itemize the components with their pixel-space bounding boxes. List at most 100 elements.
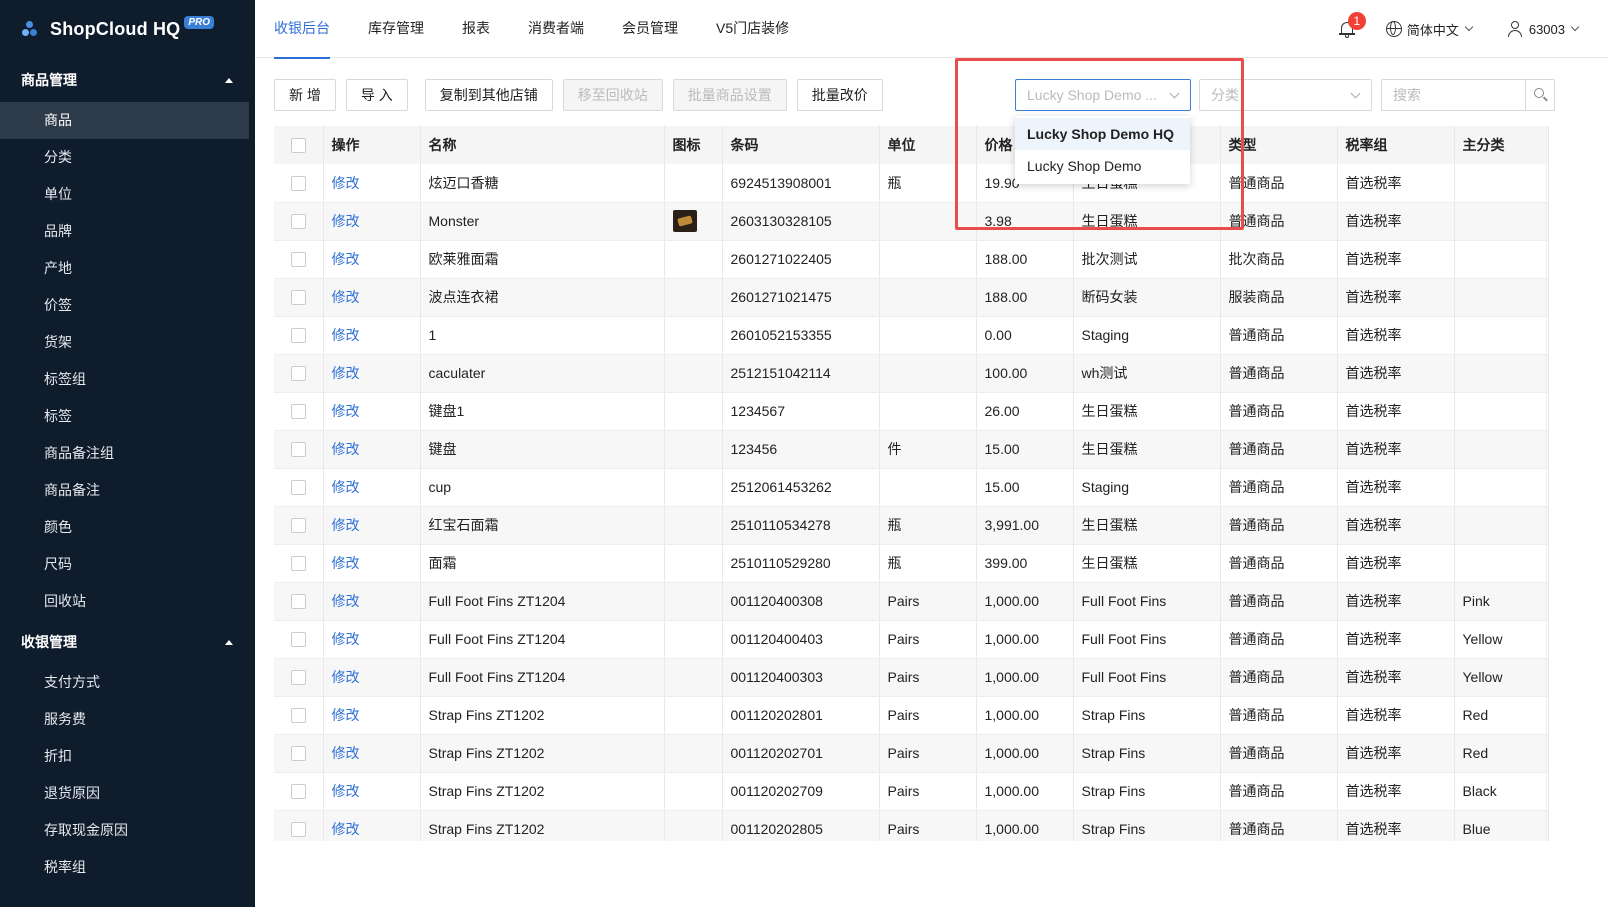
edit-link[interactable]: 修改 (332, 441, 360, 457)
sidebar-group-header[interactable]: 收银管理 (0, 620, 255, 664)
edit-link[interactable]: 修改 (332, 403, 360, 419)
sidebar-item[interactable]: 标签组 (0, 361, 255, 398)
category-select[interactable]: 分类 (1199, 79, 1372, 111)
toolbar-button[interactable]: 批量商品设置 (672, 79, 787, 111)
sidebar-item[interactable]: 税率组 (0, 849, 255, 886)
user-menu[interactable]: 63003 (1507, 21, 1580, 37)
toolbar-button[interactable]: 移至回收站 (562, 79, 663, 111)
search-input[interactable]: 搜索 (1382, 80, 1525, 110)
sidebar-item[interactable]: 支付方式 (0, 664, 255, 701)
row-checkbox[interactable] (290, 518, 306, 534)
sidebar-item[interactable]: 品牌 (0, 213, 255, 250)
toolbar-button[interactable]: 批量改价 (796, 79, 883, 111)
nav-tab[interactable]: 消费者端 (509, 0, 603, 58)
sidebar-item[interactable]: 商品 (0, 102, 249, 139)
row-checkbox[interactable] (290, 632, 306, 648)
nav-tab[interactable]: 会员管理 (603, 0, 697, 58)
row-checkbox[interactable] (290, 784, 306, 800)
sidebar-item[interactable]: 存取现金原因 (0, 812, 255, 849)
row-checkbox[interactable] (290, 290, 306, 306)
edit-link[interactable]: 修改 (332, 251, 360, 267)
row-checkbox[interactable] (290, 328, 306, 344)
row-checkbox[interactable] (290, 594, 306, 610)
edit-link[interactable]: 修改 (332, 213, 360, 229)
sidebar-item[interactable]: 单位 (0, 176, 255, 213)
row-checkbox-cell (274, 506, 324, 545)
table-row: 修改 红宝石面霜 2510110534278 瓶 3,991.00 生日蛋糕 普通商品 首选税… (274, 506, 1549, 545)
row-checkbox[interactable] (290, 480, 306, 496)
edit-link[interactable]: 修改 (332, 821, 360, 837)
edit-link[interactable]: 修改 (332, 289, 360, 305)
sidebar-group-header[interactable]: 商品管理 (0, 58, 255, 102)
edit-link[interactable]: 修改 (332, 669, 360, 685)
row-checkbox[interactable] (290, 442, 306, 458)
sidebar-item[interactable]: 分类 (0, 139, 255, 176)
dropdown-option[interactable]: Lucky Shop Demo (1015, 150, 1190, 182)
checkbox[interactable] (290, 138, 306, 154)
sidebar-item[interactable]: 回收站 (0, 583, 255, 620)
store-select[interactable]: Lucky Shop Demo ... (1015, 79, 1191, 111)
dropdown-option[interactable]: Lucky Shop Demo HQ (1015, 118, 1190, 150)
edit-link[interactable]: 修改 (332, 631, 360, 647)
edit-link[interactable]: 修改 (332, 783, 360, 799)
nav-tab[interactable]: 报表 (443, 0, 509, 58)
row-checkbox[interactable] (290, 176, 306, 192)
toolbar-button[interactable]: 新 增 (274, 79, 336, 111)
cell-name: Monster (420, 202, 665, 241)
row-checkbox[interactable] (290, 366, 306, 382)
cell-price: 100.00 (976, 354, 1074, 393)
edit-link[interactable]: 修改 (332, 745, 360, 761)
select-all-checkbox[interactable] (274, 126, 324, 164)
notification-bell-icon[interactable]: 1 (1338, 12, 1366, 38)
sidebar-item[interactable]: 商品备注 (0, 472, 255, 509)
cell-category: Strap Fins (1073, 696, 1221, 735)
sidebar-item[interactable]: 尺码 (0, 546, 255, 583)
app-logo[interactable]: ShopCloud HQ PRO (0, 0, 255, 58)
language-selector[interactable]: 简体中文 (1385, 20, 1474, 39)
edit-link[interactable]: 修改 (332, 175, 360, 191)
edit-link[interactable]: 修改 (332, 327, 360, 343)
column-header: 税率组 (1337, 126, 1455, 164)
row-checkbox[interactable] (290, 252, 306, 268)
cell-name: Strap Fins ZT1202 (420, 810, 665, 841)
nav-tab[interactable]: 库存管理 (349, 0, 443, 58)
row-checkbox[interactable] (290, 670, 306, 686)
row-checkbox[interactable] (290, 822, 306, 838)
toolbar-button[interactable]: 导 入 (345, 79, 408, 111)
sidebar-item[interactable]: 商品备注组 (0, 435, 255, 472)
nav-tab[interactable]: V5门店装修 (697, 0, 808, 58)
sidebar-item[interactable]: 标签 (0, 398, 255, 435)
cell-icon (664, 734, 723, 773)
nav-tab[interactable]: 收银后台 (255, 0, 349, 59)
cell-type: 普通商品 (1220, 430, 1338, 469)
cell-main (1454, 506, 1549, 545)
sidebar-item[interactable]: 价签 (0, 287, 255, 324)
header-actions: 1 简体中文 63003 (1338, 0, 1608, 58)
row-checkbox[interactable] (290, 746, 306, 762)
row-checkbox[interactable] (290, 556, 306, 572)
cell-category: Staging (1073, 316, 1221, 355)
edit-link[interactable]: 修改 (332, 517, 360, 533)
sidebar-item[interactable]: 折扣 (0, 738, 255, 775)
search-icon[interactable] (1525, 80, 1554, 110)
row-checkbox[interactable] (290, 214, 306, 230)
row-checkbox[interactable] (290, 404, 306, 420)
table-row: 修改 键盘 123456 件 15.00 生日蛋糕 普通商品 首选税率 (274, 430, 1549, 469)
sidebar-item[interactable]: 颜色 (0, 509, 255, 546)
edit-link[interactable]: 修改 (332, 555, 360, 571)
sidebar-item[interactable]: 产地 (0, 250, 255, 287)
cell-action: 修改 (323, 278, 421, 317)
cell-price: 1,000.00 (976, 582, 1074, 621)
sidebar-item[interactable]: 货架 (0, 324, 255, 361)
chevron-down-icon (1464, 22, 1474, 32)
cell-barcode: 1234567 (722, 392, 880, 431)
edit-link[interactable]: 修改 (332, 479, 360, 495)
row-checkbox[interactable] (290, 708, 306, 724)
toolbar-button[interactable]: 复制到其他店铺 (424, 79, 553, 111)
sidebar-item[interactable]: 服务费 (0, 701, 255, 738)
edit-link[interactable]: 修改 (332, 365, 360, 381)
sidebar-item[interactable]: 退货原因 (0, 775, 255, 812)
edit-link[interactable]: 修改 (332, 593, 360, 609)
cell-type: 普通商品 (1220, 658, 1338, 697)
edit-link[interactable]: 修改 (332, 707, 360, 723)
